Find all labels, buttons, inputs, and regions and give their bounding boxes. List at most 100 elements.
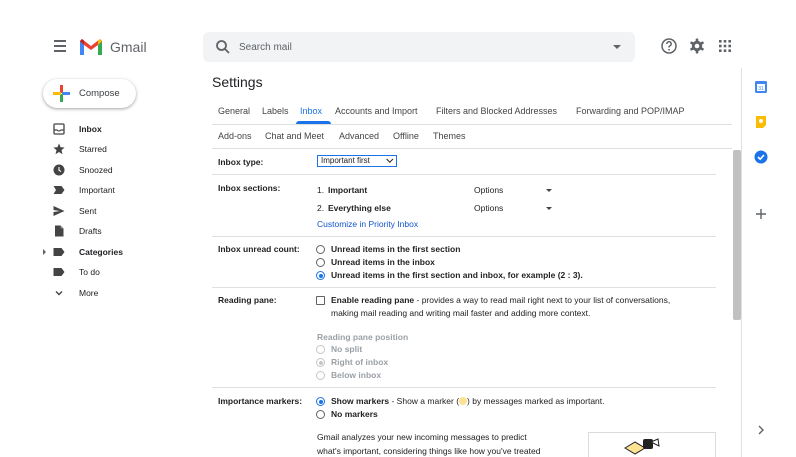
unread-option-label: Unread items in the first section <box>331 244 461 254</box>
show-markers-label: Show markers <box>331 396 390 406</box>
compose-label: Compose <box>79 88 120 99</box>
importance-illustration <box>588 432 716 457</box>
section-important-options[interactable]: Options <box>474 183 556 197</box>
tab-filters[interactable]: Filters and Blocked Addresses <box>436 106 557 116</box>
svg-text:31: 31 <box>758 86 764 92</box>
no-split-radio[interactable] <box>316 345 325 354</box>
sidebar-item-starred[interactable]: Starred <box>40 140 190 158</box>
label-icon <box>53 248 65 256</box>
tab-general[interactable]: General <box>218 106 250 116</box>
tab-accounts-and-import[interactable]: Accounts and Import <box>335 106 418 116</box>
search-options-icon[interactable] <box>613 45 621 49</box>
show-markers-desc-a: - Show a marker ( <box>389 396 460 406</box>
sidebar-item-more[interactable]: More <box>40 284 190 302</box>
sidebar-item-drafts[interactable]: Drafts <box>40 222 190 240</box>
gmail-m-icon <box>80 39 102 55</box>
sidebar-item-label: Categories <box>79 247 123 257</box>
divider <box>212 236 716 237</box>
options-label: Options <box>474 185 504 195</box>
apps-grid-icon[interactable] <box>716 37 734 55</box>
caret-down-icon <box>546 189 552 192</box>
importance-marker-icon <box>459 397 468 405</box>
help-icon[interactable] <box>660 37 678 55</box>
caret-down-icon <box>546 207 552 210</box>
top-bar: Gmail <box>0 0 796 68</box>
inbox-icon <box>53 123 65 135</box>
sidebar-item-categories[interactable]: Categories <box>40 243 190 261</box>
label-icon <box>53 268 65 276</box>
search-bar[interactable] <box>203 32 635 62</box>
show-markers-desc-b: ) by messages marked as important. <box>467 396 605 406</box>
show-markers-description: Show markers - Show a marker ( ) by messa… <box>331 396 605 406</box>
sidebar-item-snoozed[interactable]: Snoozed <box>40 161 190 179</box>
unread-option-label: Unread items in the first section and in… <box>331 270 583 280</box>
tab-labels[interactable]: Labels <box>262 106 289 116</box>
chevron-down-icon <box>386 155 394 163</box>
illustration-icon <box>624 438 660 455</box>
sidebar-item-label: Drafts <box>79 226 102 236</box>
reading-pane-desc-1: - provides a way to read mail right next… <box>414 295 671 305</box>
tab-themes[interactable]: Themes <box>433 131 466 141</box>
plus-icon <box>53 85 70 102</box>
tab-offline[interactable]: Offline <box>393 131 419 141</box>
search-input[interactable] <box>239 38 599 56</box>
reading-pane-position-heading: Reading pane position <box>317 332 409 342</box>
no-markers-label: No markers <box>331 409 378 419</box>
reading-pane-label: Reading pane: <box>218 295 277 305</box>
no-markers-radio[interactable] <box>316 410 325 419</box>
inbox-type-select[interactable]: Important first <box>317 155 397 167</box>
unread-first-and-inbox-radio[interactable] <box>316 271 325 280</box>
add-icon[interactable] <box>754 207 768 221</box>
chevron-right-icon[interactable] <box>754 423 768 437</box>
calendar-icon[interactable]: 31 <box>754 80 768 94</box>
sidebar-item-label: Important <box>79 185 115 195</box>
search-icon[interactable] <box>215 39 231 55</box>
tab-forwarding[interactable]: Forwarding and POP/IMAP <box>576 106 685 116</box>
main-menu-button[interactable] <box>50 36 70 56</box>
send-icon <box>53 206 65 216</box>
sidebar-item-inbox[interactable]: Inbox <box>40 120 190 138</box>
inbox-sections-label: Inbox sections: <box>218 183 281 193</box>
enable-reading-pane-checkbox[interactable] <box>316 296 325 305</box>
compose-button[interactable]: Compose <box>43 79 136 108</box>
unread-count-label: Inbox unread count: <box>218 244 300 254</box>
important-icon <box>53 186 65 194</box>
sidebar-item-label: Sent <box>79 206 97 216</box>
gear-icon[interactable] <box>688 37 706 55</box>
sidebar-item-important[interactable]: Important <box>40 181 190 199</box>
reading-pane-description: Enable reading pane - provides a way to … <box>331 295 670 305</box>
section-important-name: Important <box>328 185 368 195</box>
enable-reading-pane-label: Enable reading pane <box>331 295 415 305</box>
settings-scrollbar[interactable] <box>733 150 741 320</box>
clock-icon <box>53 164 65 176</box>
divider <box>212 124 732 125</box>
tasks-icon[interactable] <box>754 150 768 164</box>
page-title: Settings <box>212 74 263 90</box>
options-label: Options <box>474 203 504 213</box>
sidebar-item-label: Starred <box>79 144 107 154</box>
show-markers-radio[interactable] <box>316 397 325 406</box>
unread-inbox-radio[interactable] <box>316 258 325 267</box>
keep-icon[interactable] <box>754 115 768 129</box>
section-everything-name: Everything else <box>328 203 391 213</box>
customize-priority-inbox-link[interactable]: Customize in Priority Inbox <box>317 219 418 229</box>
tab-inbox[interactable]: Inbox <box>300 106 322 116</box>
section-number: 1. <box>317 185 325 195</box>
sidebar-item-label: Inbox <box>79 124 102 134</box>
below-inbox-radio[interactable] <box>316 371 325 380</box>
tab-advanced[interactable]: Advanced <box>339 131 379 141</box>
chevron-down-icon <box>55 291 63 296</box>
expand-arrow-icon[interactable] <box>43 249 46 255</box>
sidebar-item-todo[interactable]: To do <box>40 263 190 281</box>
tab-add-ons[interactable]: Add-ons <box>218 131 252 141</box>
sidebar-item-sent[interactable]: Sent <box>40 202 190 220</box>
section-number: 2. <box>317 203 325 213</box>
gmail-logo[interactable]: Gmail <box>78 36 147 58</box>
right-of-inbox-radio[interactable] <box>316 358 325 367</box>
unread-first-section-radio[interactable] <box>316 245 325 254</box>
analysis-text-1: Gmail analyzes your new incoming message… <box>317 432 527 442</box>
section-everything-options[interactable]: Options <box>474 201 556 215</box>
tab-chat-and-meet[interactable]: Chat and Meet <box>265 131 324 141</box>
position-option-label: Right of inbox <box>331 357 389 367</box>
star-icon <box>53 143 65 155</box>
